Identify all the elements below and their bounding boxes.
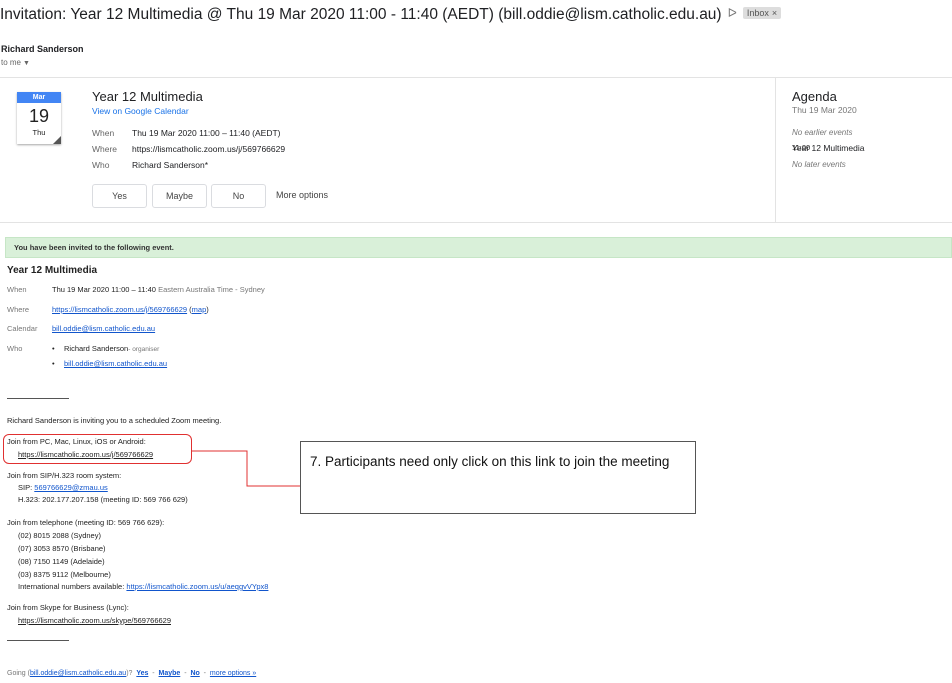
callout-connector-line	[192, 450, 300, 487]
annotation-callout: 7. Participants need only click on this …	[300, 441, 696, 514]
callout-connector	[192, 450, 300, 487]
